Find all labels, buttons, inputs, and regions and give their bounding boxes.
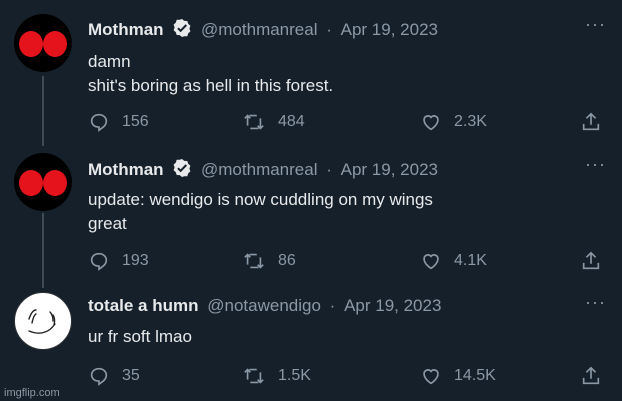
avatar-eye <box>19 31 43 57</box>
tweet-line: shit's boring as hell in this forest. <box>88 76 334 95</box>
retweet-button[interactable]: 86 <box>242 250 296 272</box>
timestamp[interactable]: Apr 19, 2023 <box>341 160 438 179</box>
retweet-count: 484 <box>278 113 305 130</box>
more-icon[interactable]: ··· <box>585 154 606 175</box>
reply-icon <box>90 252 108 271</box>
avatar[interactable] <box>14 14 72 72</box>
like-count: 14.5K <box>454 367 496 384</box>
retweet-button[interactable]: 1.5K <box>242 365 311 387</box>
avatar-eye <box>43 170 67 196</box>
like-icon <box>423 369 439 385</box>
watermark: imgflip.com <box>4 387 60 399</box>
action-bar: 35 1.5K 14.5K <box>88 365 608 389</box>
more-icon[interactable]: ··· <box>585 14 606 35</box>
retweet-icon <box>244 368 264 384</box>
verified-badge-icon <box>172 158 192 183</box>
reply-count: 35 <box>122 367 140 384</box>
more-icon[interactable]: ··· <box>585 292 606 313</box>
display-name[interactable]: totale a humn <box>88 296 199 315</box>
display-name[interactable]: Mothman <box>88 20 164 39</box>
tweet-line: update: wendigo is now cuddling on my wi… <box>88 190 433 209</box>
separator: · <box>329 296 336 315</box>
tweet-line: great <box>88 214 127 233</box>
avatar-eye <box>19 170 43 196</box>
tweet-header: totale a humn @notawendigo · Apr 19, 202… <box>88 296 441 316</box>
handle[interactable]: @mothmanreal <box>201 20 317 39</box>
reply-icon <box>90 113 108 132</box>
retweet-button[interactable]: 484 <box>242 111 305 133</box>
like-count: 2.3K <box>454 113 487 130</box>
share-icon <box>582 366 600 385</box>
reply-icon <box>90 367 108 386</box>
tweet[interactable]: Mothman @mothmanreal · Apr 19, 2023 ··· … <box>0 0 622 150</box>
reply-button[interactable]: 193 <box>88 250 149 272</box>
share-button[interactable] <box>580 111 614 133</box>
like-count: 4.1K <box>454 252 487 269</box>
tweet-text: update: wendigo is now cuddling on my wi… <box>88 188 433 236</box>
reply-button[interactable]: 156 <box>88 111 149 133</box>
retweet-icon <box>244 114 264 130</box>
reply-count: 193 <box>122 252 149 269</box>
timestamp[interactable]: Apr 19, 2023 <box>341 20 438 39</box>
like-button[interactable]: 2.3K <box>420 111 487 133</box>
tweet-header: Mothman @mothmanreal · Apr 19, 2023 <box>88 158 438 183</box>
tweet[interactable]: Mothman @mothmanreal · Apr 19, 2023 ··· … <box>0 140 622 285</box>
action-bar: 193 86 4.1K <box>88 250 608 274</box>
share-button[interactable] <box>580 250 614 272</box>
verified-badge-icon <box>172 18 192 43</box>
like-button[interactable]: 14.5K <box>420 365 496 387</box>
avatar[interactable] <box>14 292 72 350</box>
share-icon <box>582 251 600 270</box>
retweet-count: 86 <box>278 252 296 269</box>
tweet-line: ur fr soft lmao <box>88 327 192 346</box>
tweet-text: damn shit's boring as hell in this fores… <box>88 50 333 98</box>
reply-button[interactable]: 35 <box>88 365 140 387</box>
avatar[interactable] <box>14 153 72 211</box>
like-icon <box>423 254 439 270</box>
tweet-line: damn <box>88 52 131 71</box>
retweet-icon <box>244 253 264 269</box>
tweet-header: Mothman @mothmanreal · Apr 19, 2023 <box>88 18 438 43</box>
sketch-face-icon <box>28 309 56 334</box>
tweet-text: ur fr soft lmao <box>88 325 192 349</box>
handle[interactable]: @notawendigo <box>207 296 321 315</box>
display-name[interactable]: Mothman <box>88 160 164 179</box>
handle[interactable]: @mothmanreal <box>201 160 317 179</box>
action-bar: 156 484 2.3K <box>88 111 608 135</box>
avatar-eye <box>43 31 67 57</box>
like-button[interactable]: 4.1K <box>420 250 487 272</box>
like-icon <box>423 115 439 131</box>
retweet-count: 1.5K <box>278 367 311 384</box>
timestamp[interactable]: Apr 19, 2023 <box>344 296 441 315</box>
share-button[interactable] <box>580 365 614 387</box>
share-icon <box>582 112 600 131</box>
tweet[interactable]: totale a humn @notawendigo · Apr 19, 202… <box>0 280 622 401</box>
reply-count: 156 <box>122 113 149 130</box>
separator: · <box>326 160 332 179</box>
separator: · <box>326 20 332 39</box>
